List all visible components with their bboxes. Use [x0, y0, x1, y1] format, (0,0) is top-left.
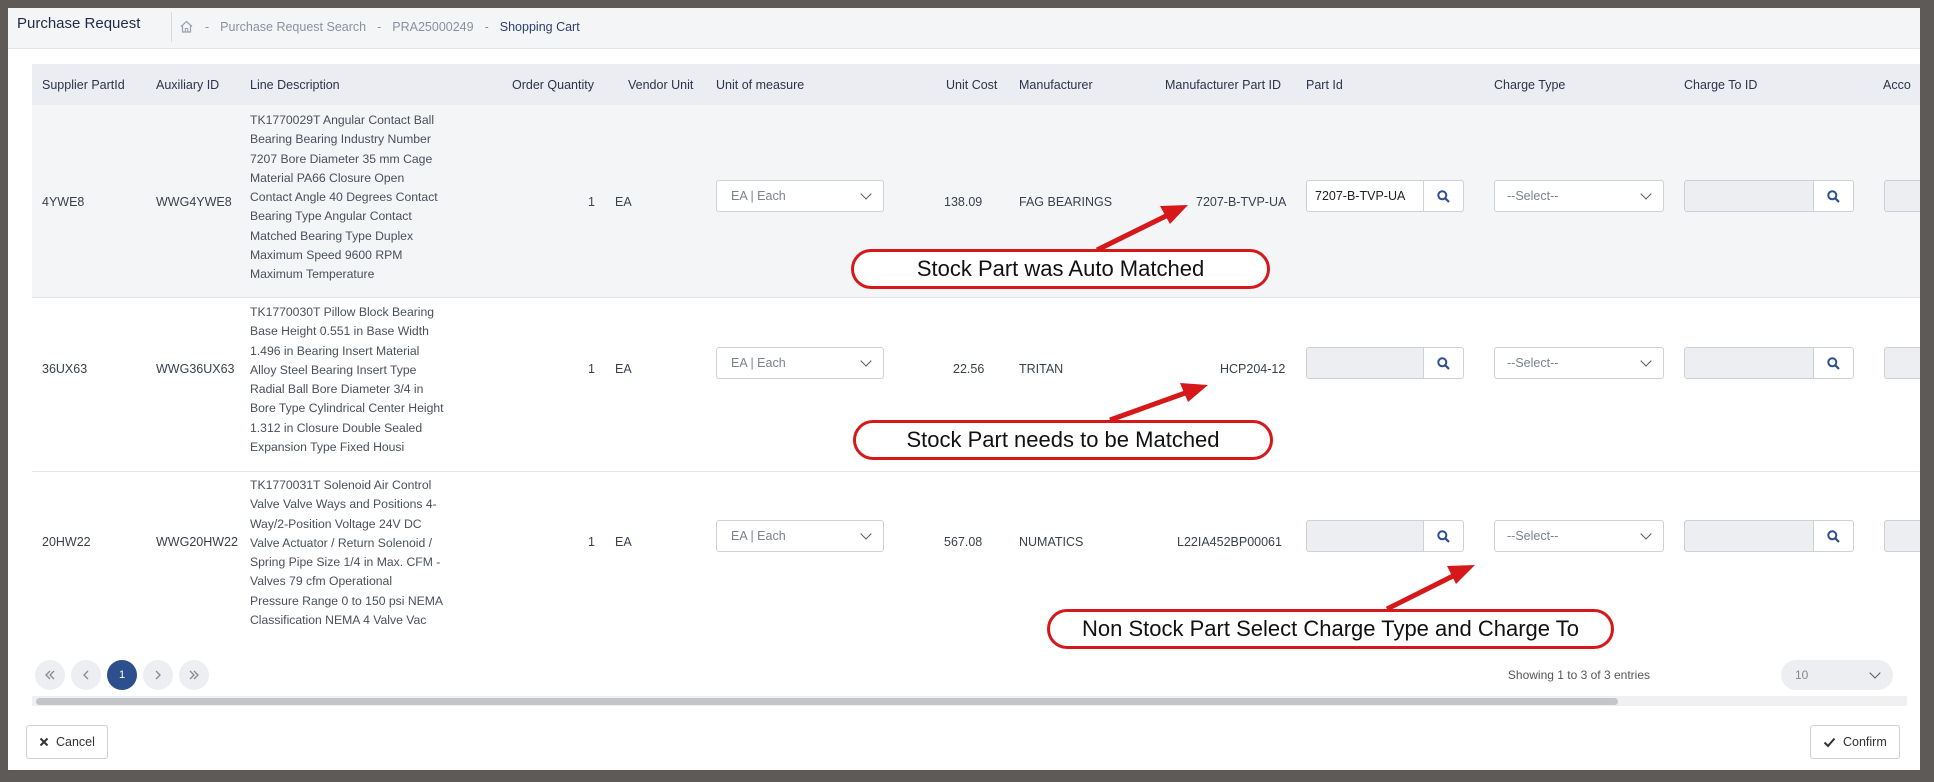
arrow-non-stock [1385, 565, 1475, 612]
arrow-auto-matched [1095, 205, 1188, 253]
callout-auto-matched: Stock Part was Auto Matched [851, 249, 1270, 289]
arrow-needs-matching [1109, 383, 1208, 423]
annotation-arrows [1095, 205, 1475, 612]
callout-non-stock: Non Stock Part Select Charge Type and Ch… [1047, 609, 1614, 649]
callout-needs-matching: Stock Part needs to be Matched [853, 420, 1273, 460]
